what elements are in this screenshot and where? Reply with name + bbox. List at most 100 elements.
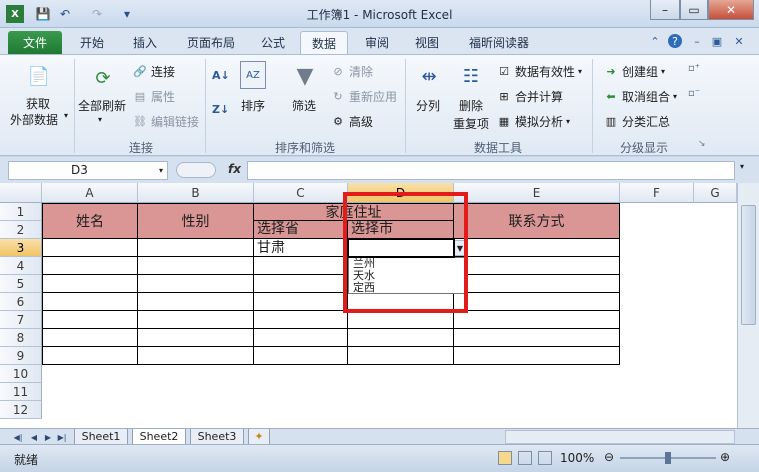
table-cell[interactable] <box>254 257 348 275</box>
table-cell[interactable] <box>138 329 254 347</box>
insert-sheet-icon[interactable]: ✦ <box>248 429 270 445</box>
data-validation-button[interactable]: ☑ 数据有效性 ▾ <box>496 63 582 80</box>
cell-b1-gender-header[interactable]: 性别 <box>138 203 254 239</box>
active-cell-d3[interactable] <box>347 238 455 258</box>
consolidate-button[interactable]: ⊞ 合并计算 <box>496 88 563 105</box>
maximize-button[interactable]: ▭ <box>680 0 708 20</box>
zoom-slider-handle[interactable] <box>665 452 671 464</box>
sort-asc-icon[interactable]: A↓ <box>212 69 230 82</box>
cell-e1-contact-header[interactable]: 联系方式 <box>454 203 620 239</box>
table-cell[interactable] <box>42 257 138 275</box>
cell-c2-province-header[interactable]: 选择省 <box>254 221 348 239</box>
row-header[interactable]: 4 <box>0 257 42 275</box>
row-header[interactable]: 3 <box>0 239 42 257</box>
table-cell[interactable] <box>454 311 620 329</box>
insert-function-icon[interactable]: fx <box>228 162 241 176</box>
next-sheet-icon[interactable]: ▶ <box>42 431 54 443</box>
column-header-c[interactable]: C <box>254 183 348 203</box>
normal-view-icon[interactable] <box>498 451 512 465</box>
ungroup-button[interactable]: ⬅ 取消组合 ▾ <box>603 88 677 105</box>
connections-button[interactable]: 🔗 连接 <box>132 63 175 80</box>
subtotal-button[interactable]: ▥ 分类汇总 <box>603 113 670 130</box>
close-button[interactable]: ✕ <box>708 0 754 20</box>
tab-review[interactable]: 审阅 <box>356 31 398 54</box>
row-header[interactable]: 7 <box>0 311 42 329</box>
row-header[interactable]: 11 <box>0 383 42 401</box>
zoom-out-icon[interactable]: ⊖ <box>604 450 614 464</box>
get-external-data-button[interactable]: 外部数据 <box>10 111 58 128</box>
tab-page-layout[interactable]: 页面布局 <box>176 31 246 54</box>
chevron-down-icon[interactable]: ▾ <box>64 111 68 120</box>
workbook-restore-icon[interactable]: ▣ <box>710 34 724 48</box>
table-cell[interactable] <box>42 347 138 365</box>
tab-foxit-reader[interactable]: 福昕阅读器 <box>456 31 542 54</box>
tab-data[interactable]: 数据 <box>300 31 348 54</box>
minimize-ribbon-icon[interactable]: ⌃ <box>648 34 662 48</box>
table-cell[interactable] <box>454 347 620 365</box>
table-cell[interactable] <box>42 275 138 293</box>
table-cell[interactable] <box>348 329 454 347</box>
table-cell[interactable] <box>254 347 348 365</box>
remove-duplicates-label[interactable]: 删除 <box>459 97 483 114</box>
column-header-b[interactable]: B <box>138 183 254 203</box>
hide-detail-icon[interactable]: ▫⁻ <box>688 88 700 99</box>
table-cell[interactable] <box>254 329 348 347</box>
table-cell[interactable] <box>348 347 454 365</box>
row-header[interactable]: 2 <box>0 221 42 239</box>
group-button[interactable]: ➜ 创建组 ▾ <box>603 63 665 80</box>
table-cell[interactable] <box>454 239 620 257</box>
row-header[interactable]: 9 <box>0 347 42 365</box>
row-header[interactable]: 5 <box>0 275 42 293</box>
tab-view[interactable]: 视图 <box>406 31 448 54</box>
filter-button[interactable]: 筛选 <box>292 97 316 114</box>
formula-bar-splitter[interactable] <box>176 162 216 178</box>
cell-c3-value[interactable]: 甘肃 <box>254 239 348 257</box>
clear-button[interactable]: ⊘ 清除 <box>330 63 373 80</box>
zoom-in-icon[interactable]: ⊕ <box>720 450 730 464</box>
advanced-button[interactable]: ⚙ 高级 <box>330 113 373 130</box>
table-cell[interactable] <box>348 311 454 329</box>
row-header[interactable]: 1 <box>0 203 42 221</box>
table-cell[interactable] <box>42 329 138 347</box>
table-cell[interactable] <box>454 257 620 275</box>
vertical-scrollbar[interactable] <box>737 183 759 428</box>
table-cell[interactable] <box>254 275 348 293</box>
tab-formulas[interactable]: 公式 <box>252 31 294 54</box>
sheet-tab-1[interactable]: Sheet1 <box>74 429 128 445</box>
column-header-e[interactable]: E <box>454 183 620 203</box>
table-cell[interactable] <box>254 311 348 329</box>
row-header[interactable]: 10 <box>0 365 42 383</box>
table-cell[interactable] <box>42 311 138 329</box>
table-cell[interactable] <box>138 275 254 293</box>
help-icon[interactable]: ? <box>668 34 682 48</box>
last-sheet-icon[interactable]: ▶| <box>56 431 68 443</box>
select-all-corner[interactable] <box>0 183 42 203</box>
chevron-down-icon[interactable]: ▾ <box>159 162 163 179</box>
vertical-scroll-thumb[interactable] <box>741 205 756 325</box>
refresh-all-button[interactable]: 全部刷新 <box>78 97 126 114</box>
workbook-close-icon[interactable]: ✕ <box>732 34 746 48</box>
column-header-f[interactable]: F <box>620 183 694 203</box>
sort-button[interactable]: 排序 <box>241 97 265 114</box>
edit-links-button[interactable]: ⛓ 编辑链接 <box>132 113 199 130</box>
show-detail-icon[interactable]: ▫⁺ <box>688 63 700 74</box>
what-if-analysis-button[interactable]: ▦ 模拟分析 ▾ <box>496 113 570 130</box>
row-header[interactable]: 6 <box>0 293 42 311</box>
properties-button[interactable]: ▤ 属性 <box>132 88 175 105</box>
sort-desc-icon[interactable]: Z↓ <box>212 103 229 116</box>
column-header-g[interactable]: G <box>694 183 737 203</box>
column-header-a[interactable]: A <box>42 183 138 203</box>
chevron-down-icon[interactable]: ▾ <box>98 115 102 124</box>
table-cell[interactable] <box>454 275 620 293</box>
tab-home[interactable]: 开始 <box>70 31 114 54</box>
minimize-button[interactable]: – <box>650 0 680 20</box>
prev-sheet-icon[interactable]: ◀ <box>28 431 40 443</box>
table-cell[interactable] <box>138 311 254 329</box>
table-cell[interactable] <box>138 347 254 365</box>
sheet-tab-2[interactable]: Sheet2 <box>132 429 186 445</box>
table-cell[interactable] <box>42 239 138 257</box>
expand-formula-bar-icon[interactable]: ▾ <box>740 162 744 171</box>
table-cell[interactable] <box>254 293 348 311</box>
zoom-level[interactable]: 100% <box>560 451 594 465</box>
table-cell[interactable] <box>454 329 620 347</box>
